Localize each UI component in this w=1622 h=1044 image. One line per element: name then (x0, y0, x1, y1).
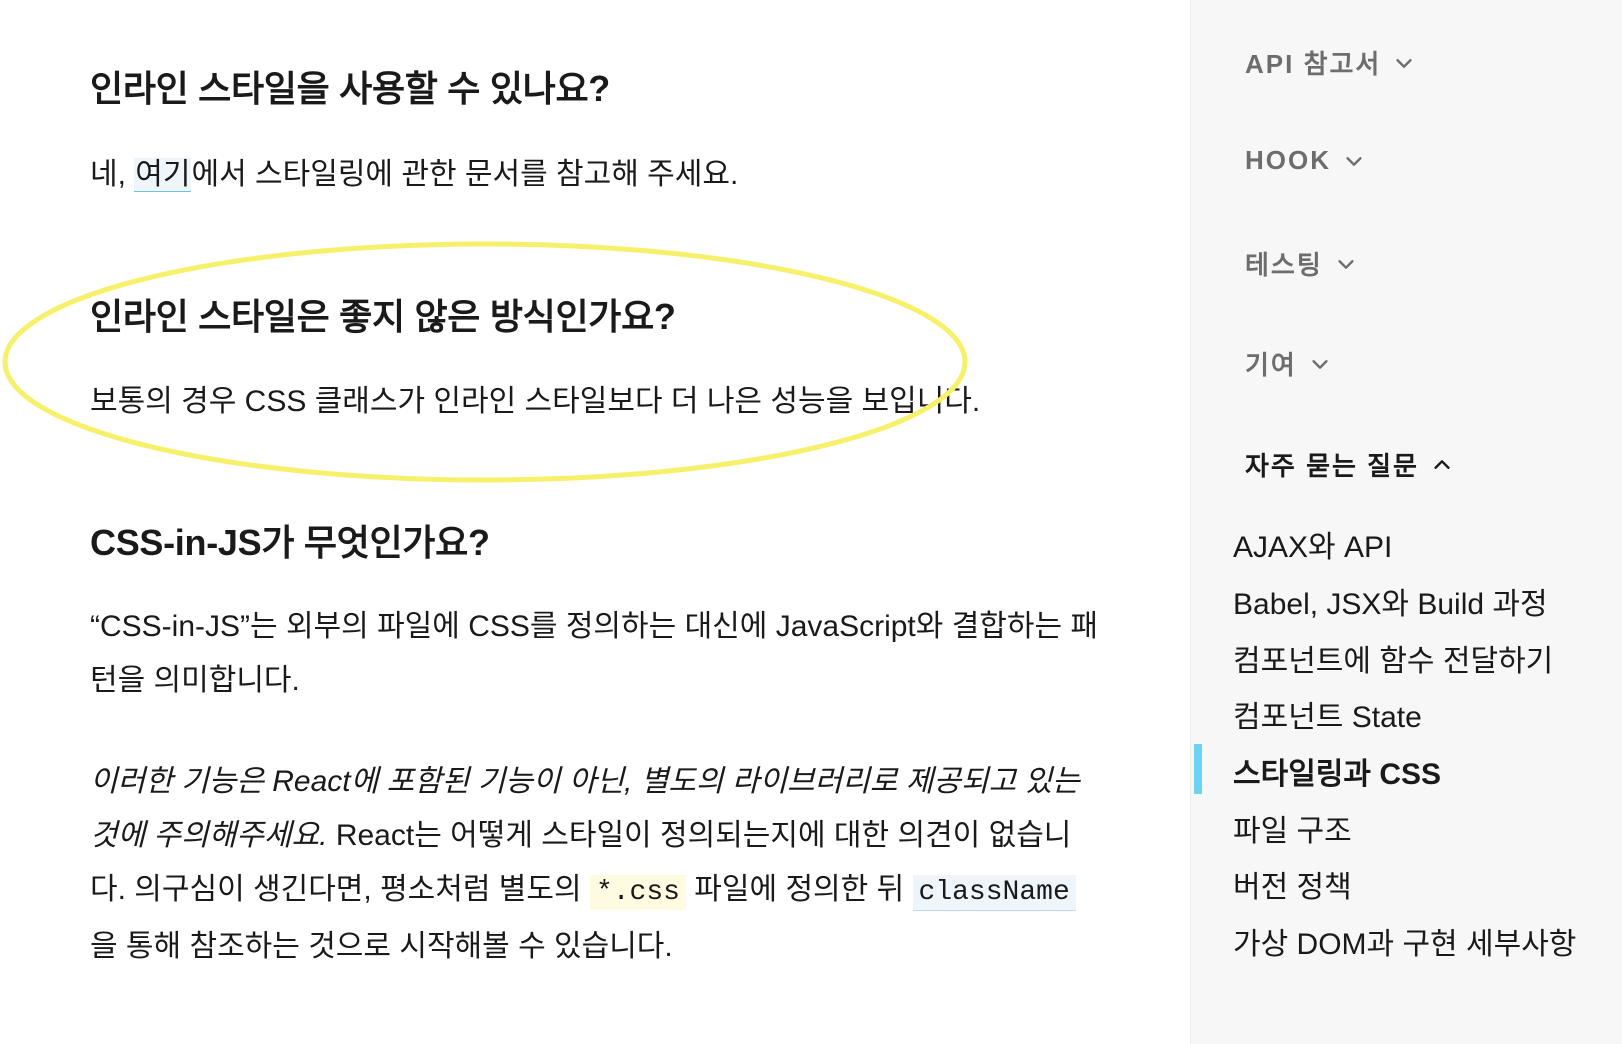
faq-heading-inline-styles-bad: 인라인 스타일은 좋지 않은 방식인가요? (90, 296, 676, 337)
css-file-code: *.css (589, 875, 686, 910)
sidebar-item-babel-jsx-build[interactable]: Babel, JSX와 Build 과정 (1233, 579, 1548, 623)
chevron-down-icon (1312, 359, 1328, 369)
answer-text: 파일에 정의한 뒤 (685, 873, 913, 906)
sidebar-item-styling-css[interactable]: 스타일링과 CSS (1233, 749, 1441, 793)
sidebar-section-label: API 참고서 (1245, 49, 1382, 79)
sidebar-item-versioning-policy[interactable]: 버전 정책 (1233, 862, 1352, 906)
active-item-indicator (1194, 744, 1202, 794)
faq-answer-inline-styles-bad: 보통의 경우 CSS 클래스가 인라인 스타일보다 더 나은 성능을 보입니다. (90, 385, 981, 418)
faq-answer-css-in-js-note: 이러한 기능은 React에 포함된 기능이 아닌, 별도의 라이브러리로 제공… (90, 755, 1100, 974)
styling-docs-link[interactable]: 여기 (134, 158, 192, 192)
chevron-up-icon (1434, 459, 1450, 469)
sidebar-item-passing-functions[interactable]: 컴포넌트에 함수 전달하기 (1233, 636, 1553, 680)
sidebar-section-contributing[interactable]: 기여 (1245, 345, 1331, 382)
sidebar-item-component-state[interactable]: 컴포넌트 State (1233, 692, 1422, 736)
sidebar-section-testing[interactable]: 테스팅 (1245, 245, 1357, 282)
sidebar-section-label: 기여 (1245, 350, 1297, 380)
article-content: 인라인 스타일을 사용할 수 있나요? 네, 여기에서 스타일링에 관한 문서를… (0, 0, 1190, 1044)
sidebar-section-api-reference[interactable]: API 참고서 (1245, 44, 1415, 81)
faq-answer-css-in-js: “CSS-in-JS”는 외부의 파일에 CSS를 정의하는 대신에 JavaS… (90, 610, 1099, 697)
chevron-down-icon (1396, 58, 1412, 68)
answer-text: 에서 스타일링에 관한 문서를 참고해 주세요. (191, 158, 739, 191)
sidebar-section-hooks[interactable]: HOOK (1245, 145, 1365, 176)
sidebar-item-ajax[interactable]: AJAX와 API (1233, 522, 1392, 566)
faq-answer-inline-styles: 네, 여기에서 스타일링에 관한 문서를 참고해 주세요. (90, 148, 1100, 202)
sidebar-section-label: 테스팅 (1245, 250, 1323, 280)
faq-heading-inline-styles: 인라인 스타일을 사용할 수 있나요? (90, 68, 610, 109)
sidebar-item-virtual-dom[interactable]: 가상 DOM과 구현 세부사항 (1233, 919, 1576, 963)
answer-text: 을 통해 참조하는 것으로 시작해볼 수 있습니다. (90, 930, 673, 963)
sidebar-section-faq[interactable]: 자주 묻는 질문 (1245, 446, 1453, 483)
docs-sidebar: API 참고서 HOOK 테스팅 기여 자주 묻는 질문 AJAX와 API B… (1190, 0, 1622, 1044)
faq-heading-css-in-js: CSS-in-JS가 무엇인가요? (90, 522, 490, 563)
sidebar-item-file-structure[interactable]: 파일 구조 (1233, 806, 1352, 850)
classname-code: className (912, 875, 1076, 911)
answer-text: 네, (90, 158, 135, 191)
sidebar-section-label: HOOK (1245, 145, 1331, 175)
chevron-down-icon (1346, 156, 1362, 166)
chevron-down-icon (1338, 259, 1354, 269)
sidebar-section-label: 자주 묻는 질문 (1245, 451, 1419, 481)
